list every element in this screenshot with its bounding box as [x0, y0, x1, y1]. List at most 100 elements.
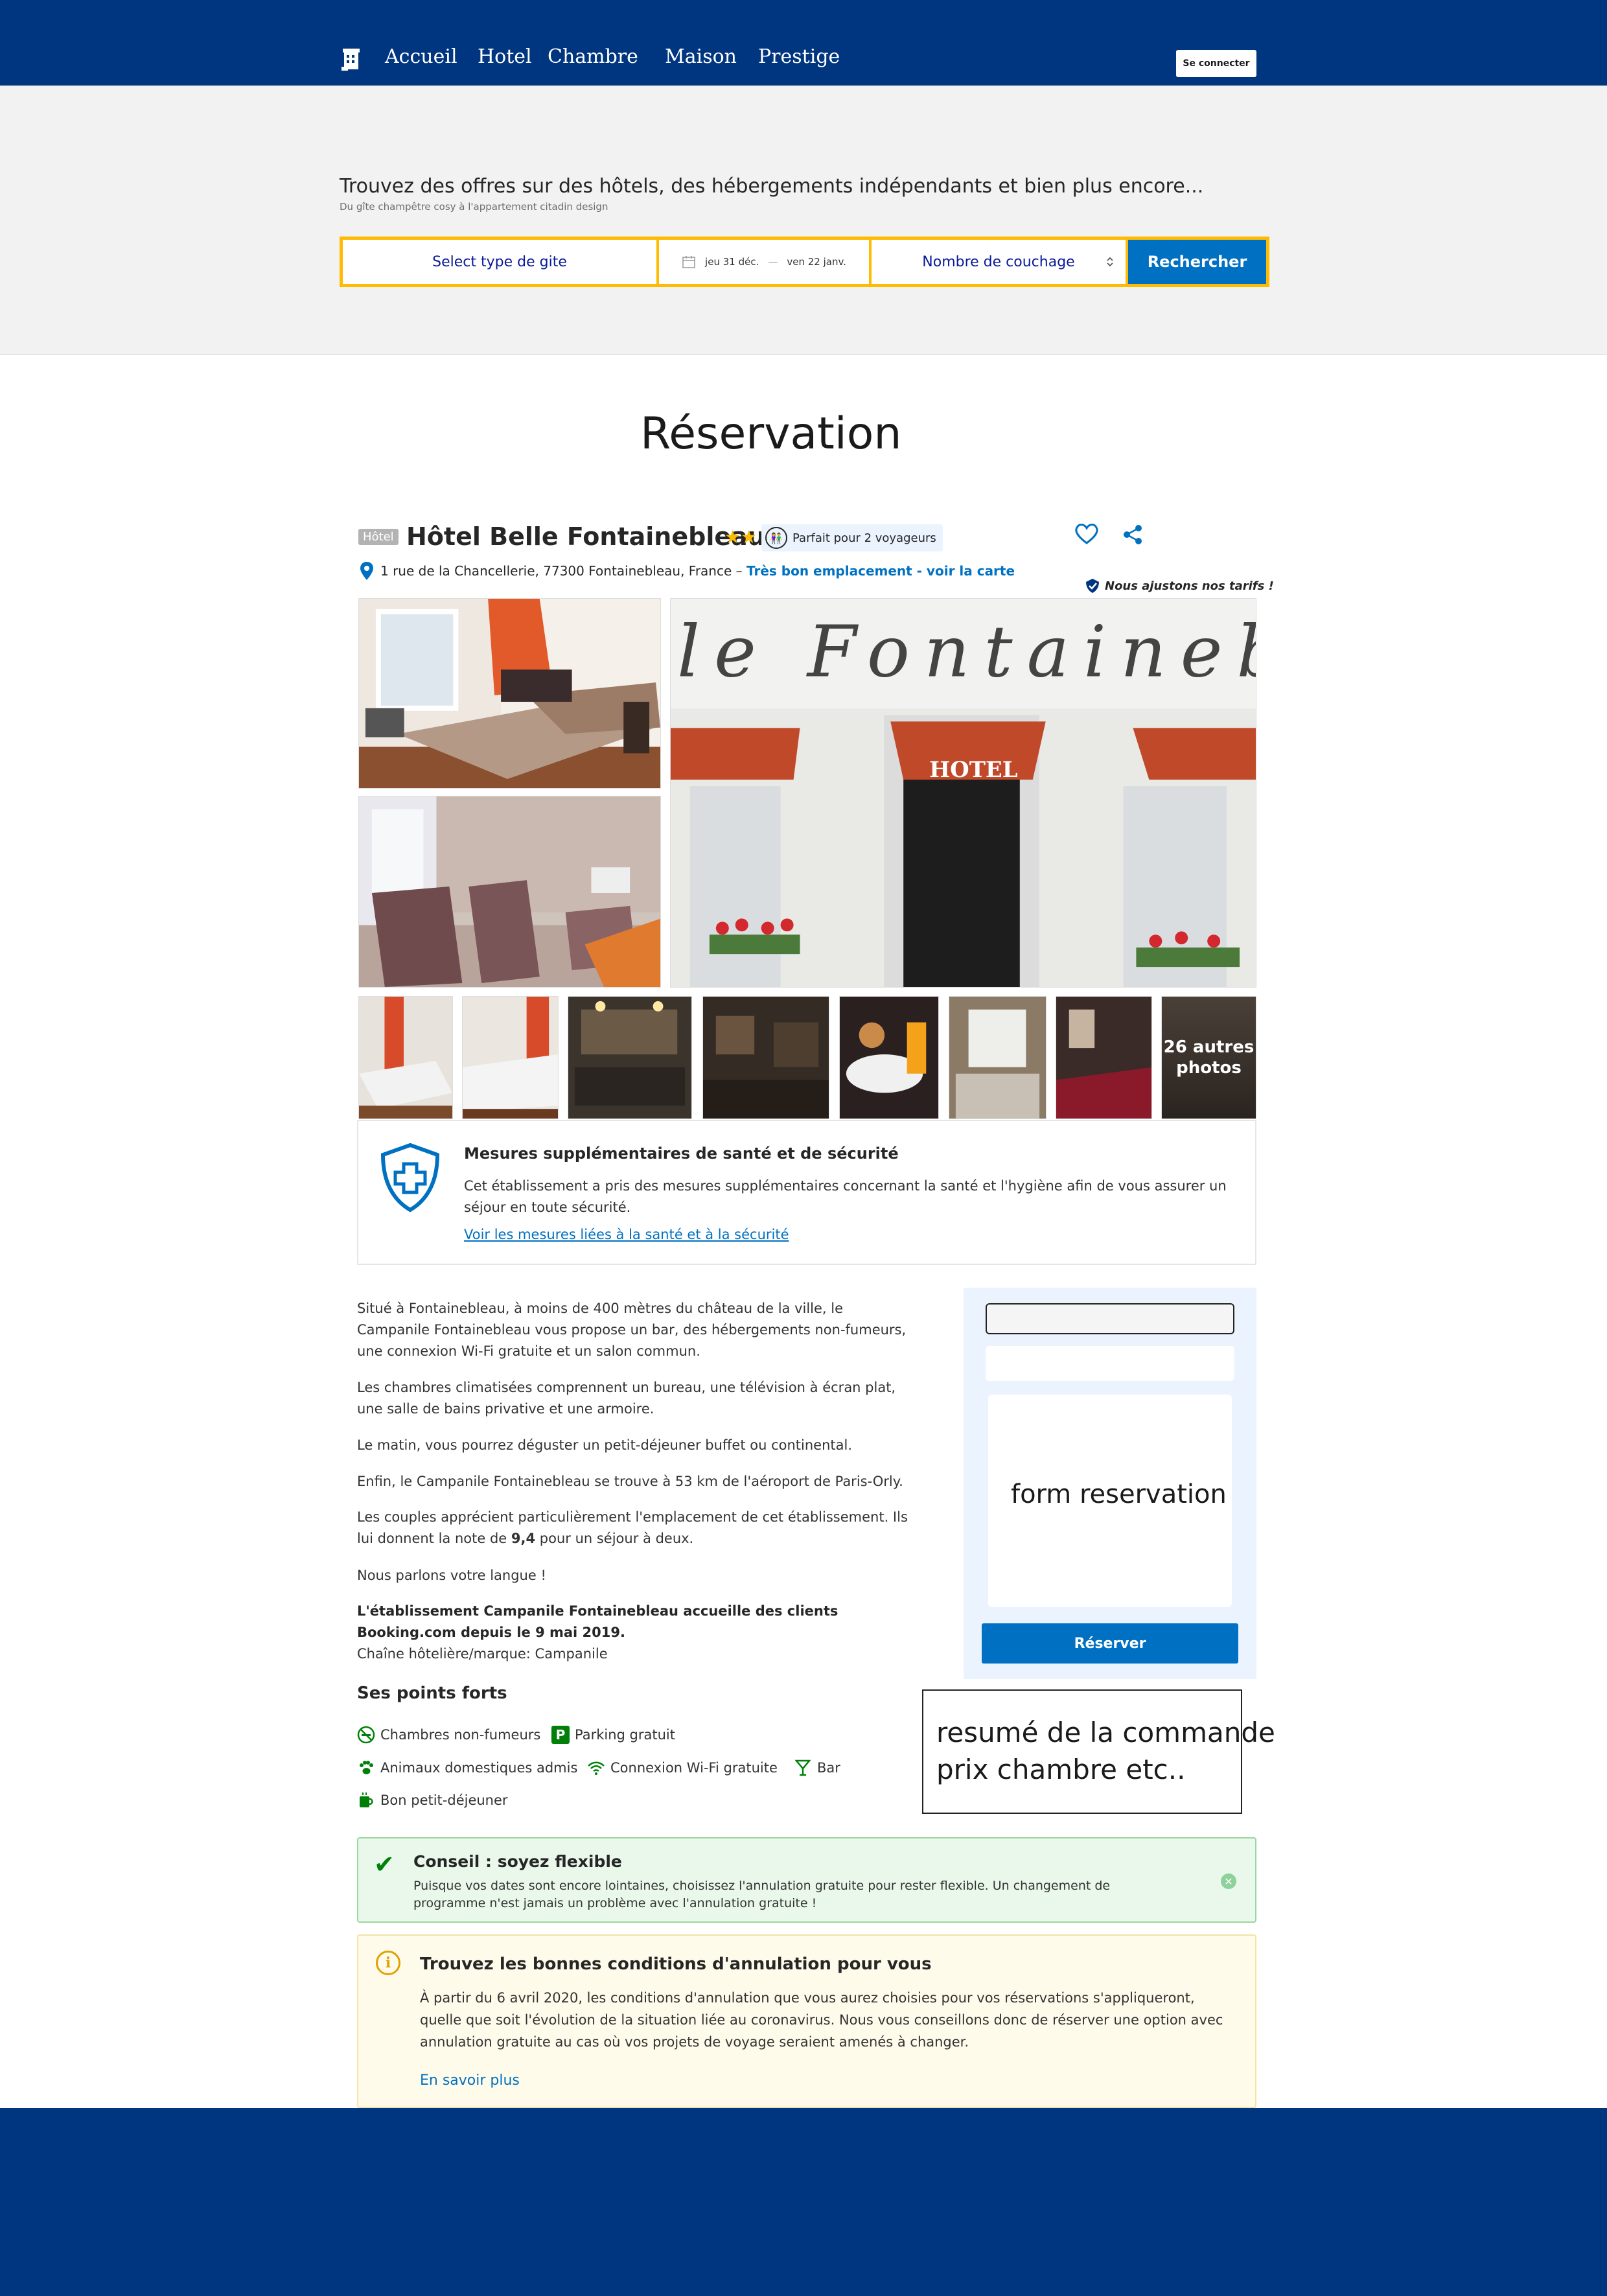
- nav-hotel[interactable]: Hotel: [478, 45, 532, 68]
- highlights-title: Ses points forts: [357, 1684, 507, 1703]
- health-title: Mesures supplémentaires de santé et de s…: [464, 1144, 899, 1163]
- description-chain: Chaîne hôtelière/marque: Campanile: [357, 1646, 608, 1662]
- calendar-icon: [682, 256, 695, 268]
- no-smoking-icon: [357, 1726, 375, 1744]
- property-type-badge: Hôtel: [358, 529, 399, 545]
- shield-check-icon: [1086, 579, 1099, 593]
- description-p5: Les couples apprécient particulièrement …: [357, 1507, 914, 1549]
- parking-icon: P: [551, 1726, 570, 1744]
- hero-title: Trouvez des offres sur des hôtels, des h…: [340, 175, 1204, 198]
- highlight-label: Parking gratuit: [575, 1727, 675, 1743]
- nav-maison[interactable]: Maison: [665, 45, 737, 68]
- description-p4: Enfin, le Campanile Fontainebleau se tro…: [357, 1474, 903, 1489]
- summary-line-2: prix chambre etc..: [936, 1754, 1186, 1785]
- photo-thumb-3[interactable]: [568, 996, 692, 1119]
- search-button[interactable]: Rechercher: [1128, 240, 1266, 284]
- svg-text:le Fontainebleau: le Fontainebleau: [677, 610, 1256, 693]
- hero-subtitle: Du gîte champêtre cosy à l'appartement c…: [340, 201, 608, 213]
- info-icon: i: [376, 1951, 400, 1975]
- cancellation-title: Trouvez les bonnes conditions d'annulati…: [420, 1954, 932, 1974]
- select-arrows-icon: [1107, 257, 1113, 267]
- description-p6: Nous parlons votre langue !: [357, 1568, 546, 1583]
- check-out-date: ven 22 janv.: [787, 256, 846, 268]
- highlight-breakfast: Bon petit-déjeuner: [357, 1791, 508, 1809]
- photo-thumb-5[interactable]: [839, 996, 939, 1119]
- highlight-label: Chambres non-fumeurs: [380, 1727, 541, 1743]
- paw-icon: [357, 1759, 375, 1777]
- order-summary-box: resumé de la commande prix chambre etc..: [922, 1689, 1275, 1814]
- highlight-non-smoking: Chambres non-fumeurs: [357, 1726, 540, 1744]
- health-text: Cet établissement a pris des mesures sup…: [464, 1178, 1227, 1215]
- nav-prestige[interactable]: Prestige: [758, 45, 840, 68]
- wifi-icon: [587, 1759, 605, 1777]
- hotel-logo-icon[interactable]: [341, 47, 364, 71]
- form-placeholder-label: form reservation: [1011, 1479, 1227, 1509]
- photo-thumb-2[interactable]: [462, 996, 559, 1119]
- page-title: Réservation: [640, 408, 902, 459]
- share-icon[interactable]: [1122, 524, 1144, 546]
- fit-badge: 👫 Parfait pour 2 voyageurs: [761, 524, 943, 551]
- highlight-pets: Animaux domestiques admis: [357, 1759, 577, 1777]
- couple-icon: 👫: [765, 527, 787, 549]
- photo-breakfast-room[interactable]: [358, 796, 661, 988]
- top-navbar: [0, 0, 1607, 86]
- date-range-picker[interactable]: jeu 31 déc. — ven 22 janv.: [659, 240, 869, 284]
- highlight-label: Bar: [817, 1760, 840, 1776]
- nav-chambre[interactable]: Chambre: [548, 45, 638, 68]
- map-link[interactable]: Très bon emplacement - voir la carte: [746, 563, 1015, 579]
- photo-thumb-6[interactable]: [949, 996, 1046, 1119]
- hotel-address: 1 rue de la Chancellerie, 77300 Fontaine…: [380, 563, 1015, 579]
- search-bar: Select type de gite jeu 31 déc. — ven 22…: [340, 237, 1269, 287]
- sleeping-count-select[interactable]: Nombre de couchage: [872, 240, 1126, 284]
- hero-search-section: [0, 86, 1607, 355]
- login-button[interactable]: Se connecter: [1176, 50, 1256, 77]
- photo-hotel-facade[interactable]: le Fontainebleau HOTEL: [670, 598, 1256, 988]
- footer: [0, 2108, 1607, 2296]
- check-in-date: jeu 31 déc.: [705, 256, 759, 268]
- photo-thumb-7[interactable]: [1056, 996, 1152, 1119]
- tip-text: Puisque vos dates sont encore lointaines…: [413, 1879, 1111, 1910]
- star-rating: ★★: [724, 526, 757, 548]
- close-icon[interactable]: ✕: [1221, 1873, 1236, 1889]
- address-text: 1 rue de la Chancellerie, 77300 Fontaine…: [380, 563, 743, 579]
- couple-score: 9,4: [511, 1531, 536, 1546]
- shield-plus-icon: [380, 1142, 440, 1212]
- reserve-button[interactable]: Réserver: [982, 1623, 1238, 1664]
- fit-label: Parfait pour 2 voyageurs: [792, 531, 936, 545]
- heart-icon[interactable]: [1074, 522, 1100, 545]
- checkmark-icon: ✔: [374, 1850, 395, 1879]
- description-p3: Le matin, vous pourrez déguster un petit…: [357, 1437, 852, 1453]
- svg-text:HOTEL: HOTEL: [929, 756, 1018, 782]
- cocktail-icon: [794, 1759, 812, 1777]
- date-separator: —: [768, 256, 778, 268]
- photo-thumb-1[interactable]: [358, 996, 453, 1119]
- highlight-label: Connexion Wi-Fi gratuite: [610, 1760, 778, 1776]
- photo-room-1[interactable]: [358, 598, 661, 789]
- more-photos-button[interactable]: 26 autres photos: [1161, 996, 1256, 1119]
- highlight-label: Bon petit-déjeuner: [380, 1792, 508, 1808]
- highlight-bar: Bar: [794, 1759, 840, 1777]
- cancellation-text: À partir du 6 avril 2020, les conditions…: [420, 1990, 1223, 2050]
- price-note-text: Nous ajustons nos tarifs !: [1105, 579, 1274, 593]
- description-p2: Les chambres climatisées comprennent un …: [357, 1380, 896, 1417]
- tip-title: Conseil : soyez flexible: [413, 1852, 622, 1871]
- location-pin-icon: [360, 562, 373, 580]
- nav-accueil[interactable]: Accueil: [385, 45, 457, 68]
- form-input-2[interactable]: [986, 1346, 1234, 1381]
- summary-line-1: resumé de la commande: [936, 1717, 1275, 1748]
- learn-more-link[interactable]: En savoir plus: [420, 2072, 520, 2089]
- highlight-parking: P Parking gratuit: [551, 1726, 675, 1744]
- p5-text-b: pour un séjour à deux.: [535, 1531, 694, 1546]
- sleeping-count-label: Nombre de couchage: [922, 253, 1075, 270]
- highlight-wifi: Connexion Wi-Fi gratuite: [587, 1759, 778, 1777]
- description-p7: L'établissement Campanile Fontainebleau …: [357, 1603, 838, 1640]
- hotel-name: Hôtel Belle Fontainebleau: [406, 522, 765, 551]
- highlight-label: Animaux domestiques admis: [380, 1760, 578, 1776]
- gite-type-select[interactable]: Select type de gite: [343, 240, 656, 284]
- form-input-1[interactable]: [986, 1303, 1234, 1334]
- description-p1: Situé à Fontainebleau, à moins de 400 mè…: [357, 1301, 907, 1359]
- price-match-note[interactable]: Nous ajustons nos tarifs !: [1084, 577, 1274, 594]
- coffee-cup-icon: [357, 1791, 375, 1809]
- photo-thumb-4[interactable]: [702, 996, 829, 1119]
- health-link[interactable]: Voir les mesures liées à la santé et à l…: [464, 1227, 789, 1242]
